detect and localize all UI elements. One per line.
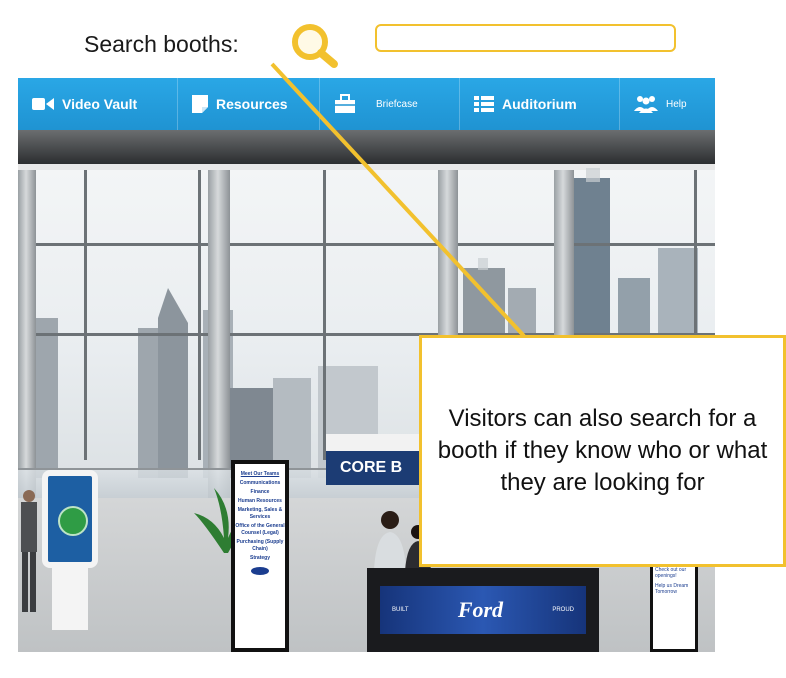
teams-sign-item: Strategy: [249, 555, 270, 561]
kiosk-base: [52, 568, 88, 630]
callout-text: Visitors can also search for a booth if …: [437, 405, 768, 496]
pillar: [208, 170, 230, 500]
person-figure: [21, 490, 37, 612]
teams-sign-panel: Meet Our Teams Communications Finance Hu…: [235, 464, 285, 648]
info-kiosk[interactable]: [42, 470, 98, 630]
window-transom: [18, 243, 715, 246]
search-input[interactable]: [375, 24, 676, 52]
ford-logo-icon: [251, 567, 269, 575]
careers-sign-panel: Check out our openings! Help us Dream To…: [653, 563, 695, 649]
teams-sign[interactable]: Meet Our Teams Communications Finance Hu…: [231, 460, 289, 652]
teams-sign-item: Finance: [250, 489, 270, 495]
desk-banner: BUILT Ford PROUD: [380, 586, 586, 634]
window-mullion: [84, 170, 87, 460]
teams-sign-item: Communications: [239, 480, 281, 486]
desk-right-text: PROUD: [552, 607, 574, 613]
pillar: [18, 170, 36, 500]
desk-left-text: BUILT: [392, 607, 409, 613]
teams-sign-item: Human Resources: [238, 498, 282, 504]
teams-sign-item: Office of the General Counsel (Legal): [235, 523, 285, 536]
window-mullion: [198, 170, 201, 460]
callout-box: Visitors can also search for a booth if …: [419, 335, 786, 567]
teams-sign-item: Purchasing (Supply Chain): [236, 539, 284, 552]
globe-logo-icon: [58, 506, 88, 536]
teams-sign-title: Meet Our Teams: [240, 471, 280, 477]
careers-sign-line: Help us Dream Tomorrow: [655, 583, 689, 595]
ford-logo-text: Ford: [457, 597, 504, 622]
search-label: Search booths:: [84, 31, 239, 57]
window-mullion: [323, 170, 326, 460]
teams-sign-item: Marketing, Sales & Services: [237, 507, 283, 520]
magnifier-icon[interactable]: [288, 22, 368, 72]
careers-sign[interactable]: Check out our openings! Help us Dream To…: [650, 560, 698, 652]
careers-sign-line: Check out our openings!: [655, 567, 687, 579]
kiosk-screen: [42, 470, 98, 568]
